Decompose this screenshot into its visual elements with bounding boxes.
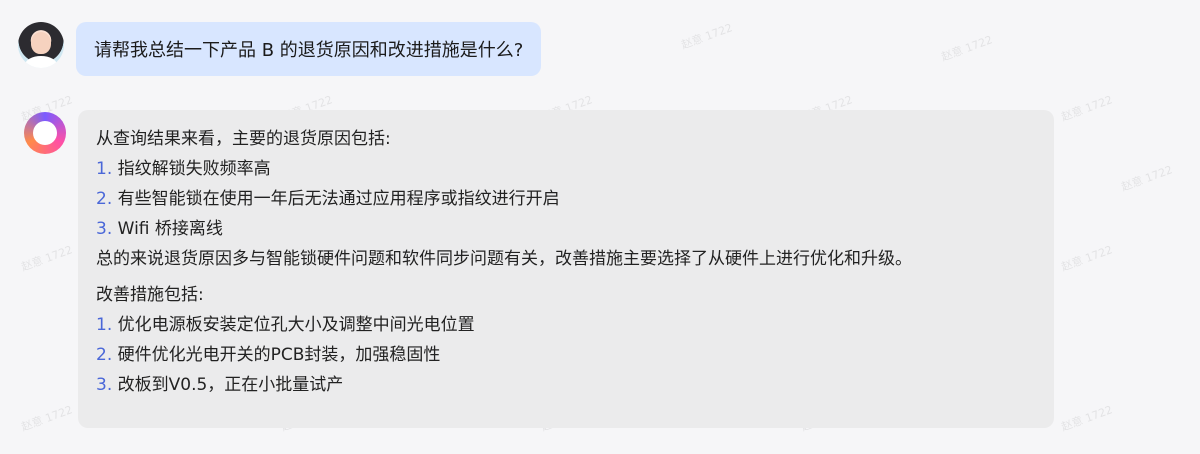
user-message-text: 请帮我总结一下产品 B 的退货原因和改进措施是什么? [94,40,524,61]
watermark: 赵意 1722 [1119,163,1175,194]
assistant-intro: 从查询结果来看，主要的退货原因包括: [96,129,391,149]
reason-item: 3. Wifi 桥接离线 [96,214,1036,244]
assistant-logo-icon [24,112,66,154]
improvement-number: 1. [96,315,113,335]
reason-text: 有些智能锁在使用一年后无法通过应用程序或指纹进行开启 [117,189,560,209]
watermark: 赵意 1722 [19,403,75,434]
user-message-bubble[interactable]: 请帮我总结一下产品 B 的退货原因和改进措施是什么? [76,22,542,76]
watermark: 赵意 1722 [679,21,735,52]
watermark: 赵意 1722 [1059,243,1115,274]
assistant-message-bubble[interactable]: 从查询结果来看，主要的退货原因包括: 1. 指纹解锁失败频率高 2. 有些智能锁… [78,110,1054,428]
reason-number: 3. [96,219,113,239]
improvement-item: 1. 优化电源板安装定位孔大小及调整中间光电位置 [96,310,1036,340]
improvement-text: 硬件优化光电开关的PCB封装，加强稳固性 [117,345,441,365]
watermark: 赵意 1722 [1059,403,1115,434]
improvements-title: 改善措施包括: [96,285,204,305]
reason-text: Wifi 桥接离线 [117,219,223,239]
avatar-shirt-icon [25,56,57,68]
reason-number: 2. [96,189,113,209]
watermark: 赵意 1722 [19,243,75,274]
reason-text: 指纹解锁失败频率高 [117,159,271,179]
assistant-summary: 总的来说退货原因多与智能锁硬件问题和软件同步问题有关，改善措施主要选择了从硬件上… [96,249,912,269]
improvement-number: 2. [96,345,113,365]
improvement-item: 3. 改板到V0.5，正在小批量试产 [96,370,1036,400]
user-avatar[interactable] [18,22,64,68]
improvement-text: 改板到V0.5，正在小批量试产 [117,375,344,395]
improvement-number: 3. [96,375,113,395]
improvement-text: 优化电源板安装定位孔大小及调整中间光电位置 [117,315,475,335]
avatar-face-icon [31,32,51,54]
reason-item: 1. 指纹解锁失败频率高 [96,154,1036,184]
improvement-item: 2. 硬件优化光电开关的PCB封装，加强稳固性 [96,340,1036,370]
reason-number: 1. [96,159,113,179]
watermark: 赵意 1722 [1059,93,1115,124]
reason-item: 2. 有些智能锁在使用一年后无法通过应用程序或指纹进行开启 [96,184,1036,214]
watermark: 赵意 1722 [939,33,995,64]
